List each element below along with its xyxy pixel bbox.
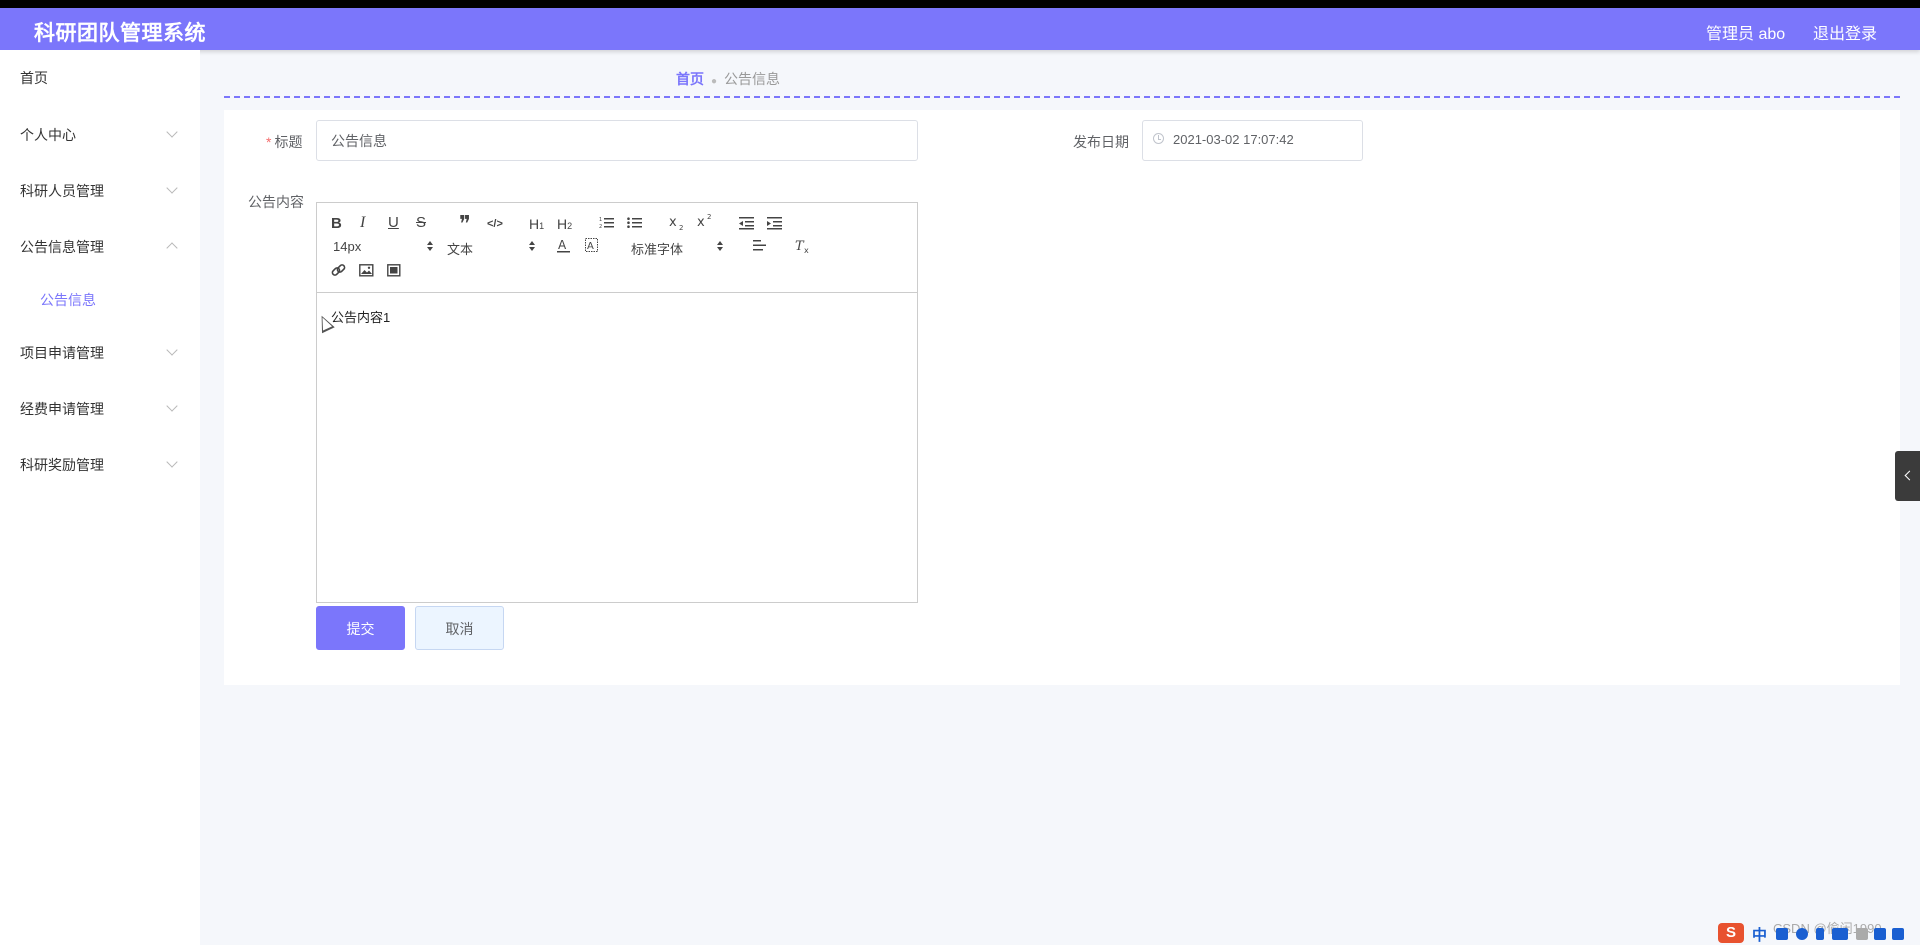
ime-emoji-icon[interactable] — [1796, 928, 1808, 940]
font-family-value: 标准字体 — [631, 242, 684, 257]
window-top-strip — [0, 0, 1920, 8]
cancel-button[interactable]: 取消 — [415, 606, 504, 650]
video-icon[interactable] — [387, 264, 401, 277]
superscript-icon[interactable]: x2 — [697, 213, 715, 229]
sidebar-item-research-awards[interactable]: 科研奖励管理 — [0, 442, 200, 486]
logout-link[interactable]: 退出登录 — [1813, 20, 1877, 44]
sidebar-item-label: 首页 — [20, 70, 48, 86]
title-input[interactable] — [316, 120, 918, 161]
font-size-select[interactable]: 14px — [333, 239, 433, 254]
breadcrumb-separator-icon: ● — [711, 76, 718, 87]
underline-button[interactable]: U — [388, 215, 399, 231]
svg-text:2: 2 — [599, 224, 602, 230]
sidebar-subitem-notice-info[interactable]: 公告信息 — [0, 279, 200, 319]
blockquote-button[interactable]: ❞ — [459, 213, 471, 235]
h1-letter: H — [529, 216, 540, 232]
bold-button[interactable]: B — [331, 216, 342, 232]
font-family-select[interactable]: 标准字体 — [631, 239, 723, 258]
content-field-label: 公告内容 — [248, 194, 304, 210]
breadcrumb: 首页 ● 公告信息 — [676, 69, 780, 89]
ime-menu-icon[interactable] — [1892, 928, 1904, 940]
h1-sub: 1 — [539, 221, 545, 231]
header-style-select[interactable]: 文本 — [447, 239, 535, 258]
dashed-divider — [224, 96, 1900, 98]
bullet-list-icon[interactable] — [627, 216, 643, 230]
header-style-value: 文本 — [447, 242, 474, 257]
ime-punctuation-icon[interactable] — [1776, 928, 1788, 940]
sidebar-item-funding-application[interactable]: 经费申请管理 — [0, 386, 200, 430]
title-label-text: 标题 — [274, 134, 303, 150]
publish-date-picker[interactable]: 2021-03-02 17:07:42 — [1142, 120, 1363, 161]
ime-logo-icon[interactable]: S — [1718, 923, 1744, 943]
required-mark: * — [266, 134, 272, 150]
editor-content[interactable]: 公告内容1 — [331, 307, 390, 326]
sidebar-item-label: 个人中心 — [20, 127, 76, 143]
breadcrumb-current: 公告信息 — [724, 71, 781, 87]
outdent-icon[interactable] — [739, 216, 755, 230]
indent-icon[interactable] — [767, 216, 783, 230]
ime-mode-indicator[interactable]: 中 — [1752, 924, 1767, 945]
svg-text:1: 1 — [599, 217, 602, 223]
current-user-label: 管理员 abo — [1706, 26, 1786, 43]
svg-text:x: x — [804, 246, 809, 254]
ime-keyboard-icon[interactable] — [1832, 928, 1848, 940]
strike-button[interactable]: S — [416, 215, 426, 231]
chevron-down-icon — [166, 400, 178, 412]
ime-tools-icon[interactable] — [1874, 928, 1886, 940]
svg-text:A: A — [587, 241, 594, 252]
font-size-value: 14px — [333, 239, 362, 254]
image-icon[interactable] — [359, 264, 374, 277]
align-icon[interactable] — [753, 239, 769, 253]
code-block-button[interactable]: </> — [487, 216, 503, 232]
sidebar-item-label: 科研奖励管理 — [20, 457, 104, 473]
chevron-left-icon — [1904, 470, 1915, 481]
ordered-list-icon[interactable]: 12 — [599, 216, 615, 230]
subscript-icon[interactable]: x2 — [669, 215, 687, 231]
sidebar-subitem-label: 公告信息 — [40, 292, 96, 308]
h2-letter: H — [557, 216, 568, 232]
chevron-down-icon — [166, 126, 178, 138]
sidebar-item-personal-center[interactable]: 个人中心 — [0, 112, 200, 156]
date-field-label: 发布日期 — [1073, 134, 1129, 150]
title-field-label: * 标题 — [266, 132, 302, 152]
clock-icon — [1153, 133, 1164, 144]
svg-text:2: 2 — [679, 224, 683, 231]
app-title: 科研团队管理系统 — [34, 22, 206, 45]
ime-voice-icon[interactable] — [1816, 928, 1824, 940]
chevron-down-icon — [166, 344, 178, 356]
sidebar-item-label: 公告信息管理 — [20, 239, 104, 255]
svg-text:2: 2 — [707, 213, 711, 221]
svg-text:x: x — [669, 215, 677, 230]
font-color-icon[interactable]: A — [557, 238, 571, 254]
ime-skin-icon[interactable] — [1856, 928, 1868, 940]
sidebar-item-researcher-management[interactable]: 科研人员管理 — [0, 168, 200, 212]
chevron-down-icon — [166, 182, 178, 194]
chevron-up-icon — [166, 242, 178, 254]
submit-button[interactable]: 提交 — [316, 606, 405, 650]
svg-text:A: A — [558, 238, 567, 252]
clear-format-icon[interactable]: Tx — [795, 238, 811, 254]
link-icon[interactable] — [331, 263, 347, 279]
background-color-icon[interactable]: A — [585, 238, 599, 254]
sidebar-item-label: 经费申请管理 — [20, 401, 104, 417]
sidebar-item-label: 项目申请管理 — [20, 345, 104, 361]
rich-text-editor: B I U S ❞ </> H1 H2 12 x2 x2 14px 文本 A A… — [316, 202, 918, 603]
top-header: 科研团队管理系统 管理员 abo 退出登录 — [0, 8, 1920, 50]
svg-text:x: x — [697, 215, 705, 229]
sidebar: 首页 个人中心 科研人员管理 公告信息管理 公告信息 项目申请管理 经费申请管理… — [0, 50, 200, 945]
heading-2-button[interactable]: H2 — [557, 216, 572, 234]
heading-1-button[interactable]: H1 — [529, 216, 544, 234]
sidebar-item-project-application[interactable]: 项目申请管理 — [0, 330, 200, 374]
sidebar-item-notice-management[interactable]: 公告信息管理 — [0, 224, 200, 268]
italic-button[interactable]: I — [360, 215, 365, 231]
chevron-down-icon — [166, 456, 178, 468]
ime-toolbar: S 中 — [1718, 922, 1920, 945]
side-panel-toggle[interactable] — [1895, 451, 1920, 501]
editor-toolbar: B I U S ❞ </> H1 H2 12 x2 x2 14px 文本 A A… — [317, 203, 917, 293]
h2-sub: 2 — [567, 221, 573, 231]
publish-date-value: 2021-03-02 17:07:42 — [1173, 132, 1294, 147]
breadcrumb-home[interactable]: 首页 — [676, 71, 704, 87]
sidebar-item-home[interactable]: 首页 — [0, 55, 200, 99]
sidebar-item-label: 科研人员管理 — [20, 183, 104, 199]
